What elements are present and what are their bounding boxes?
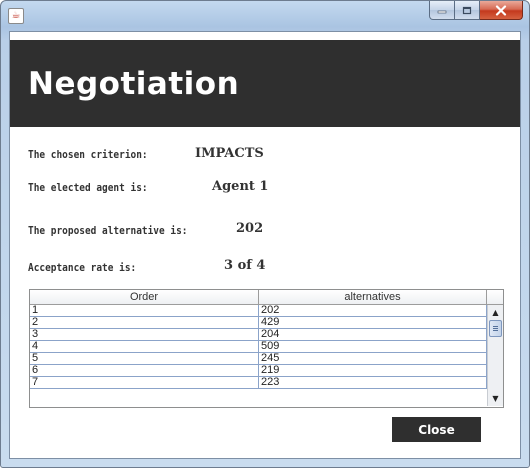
table-body: 1 202 2 429 3 204 4 509 5 245 6 219 7 22… — [30, 305, 487, 389]
minimize-icon — [437, 10, 447, 14]
table-row[interactable]: 1 202 — [30, 305, 487, 317]
close-button[interactable]: Close — [392, 417, 481, 442]
scroll-grip — [493, 326, 498, 327]
dialog-window: ☕ Negotiation The chosen criterion: IMPA… — [0, 0, 530, 468]
column-header-order[interactable]: Order — [30, 290, 259, 305]
alternative-cell[interactable]: 429 — [259, 317, 487, 329]
agent-value: Agent 1 — [212, 179, 269, 194]
order-cell[interactable]: 3 — [30, 329, 259, 341]
java-icon: ☕ — [8, 8, 24, 24]
order-cell[interactable]: 6 — [30, 365, 259, 377]
table-row[interactable]: 7 223 — [30, 377, 487, 389]
order-cell[interactable]: 2 — [30, 317, 259, 329]
alternative-cell[interactable]: 245 — [259, 353, 487, 365]
header-banner: Negotiation — [10, 40, 520, 127]
alternative-cell[interactable]: 202 — [259, 305, 487, 317]
order-cell[interactable]: 5 — [30, 353, 259, 365]
alternative-cell[interactable]: 204 — [259, 329, 487, 341]
table-row[interactable]: 5 245 — [30, 353, 487, 365]
scroll-down-arrow-icon[interactable]: ▼ — [488, 391, 503, 406]
table-header: Order alternatives — [30, 290, 503, 305]
table-row[interactable]: 2 429 — [30, 317, 487, 329]
minimize-button[interactable] — [429, 1, 455, 20]
window-controls — [429, 1, 523, 21]
page-title: Negotiation — [28, 66, 240, 102]
table-row[interactable]: 6 219 — [30, 365, 487, 377]
title-bar[interactable]: ☕ — [1, 1, 529, 29]
criterion-value: IMPACTS — [195, 146, 264, 161]
scroll-grip — [493, 328, 498, 329]
maximize-icon — [462, 6, 472, 14]
criterion-label: The chosen criterion: — [28, 148, 148, 161]
alternative-label: The proposed alternative is: — [28, 224, 188, 237]
alternative-value: 202 — [236, 221, 264, 236]
close-icon — [495, 4, 507, 16]
agent-label: The elected agent is: — [28, 181, 148, 194]
column-header-alternatives[interactable]: alternatives — [259, 290, 487, 305]
alternative-cell[interactable]: 509 — [259, 341, 487, 353]
scroll-grip — [493, 330, 498, 331]
scroll-up-arrow-icon[interactable]: ▲ — [488, 305, 503, 320]
scroll-thumb[interactable] — [489, 320, 502, 337]
acceptance-rate-label: Acceptance rate is: — [28, 261, 137, 274]
order-cell[interactable]: 4 — [30, 341, 259, 353]
order-cell[interactable]: 7 — [30, 377, 259, 389]
table-row[interactable]: 4 509 — [30, 341, 487, 353]
dialog-content: Negotiation The chosen criterion: IMPACT… — [9, 31, 521, 459]
table-row[interactable]: 3 204 — [30, 329, 487, 341]
order-cell[interactable]: 1 — [30, 305, 259, 317]
table-header-corner — [487, 290, 503, 305]
alternatives-table: Order alternatives 1 202 2 429 3 204 4 5… — [29, 289, 504, 408]
table-scrollbar[interactable]: ▲ ▼ — [487, 305, 503, 406]
window-close-button[interactable] — [480, 1, 523, 20]
alternative-cell[interactable]: 219 — [259, 365, 487, 377]
acceptance-rate-value: 3 of 4 — [224, 258, 266, 273]
maximize-button[interactable] — [455, 1, 480, 20]
alternative-cell[interactable]: 223 — [259, 377, 487, 389]
